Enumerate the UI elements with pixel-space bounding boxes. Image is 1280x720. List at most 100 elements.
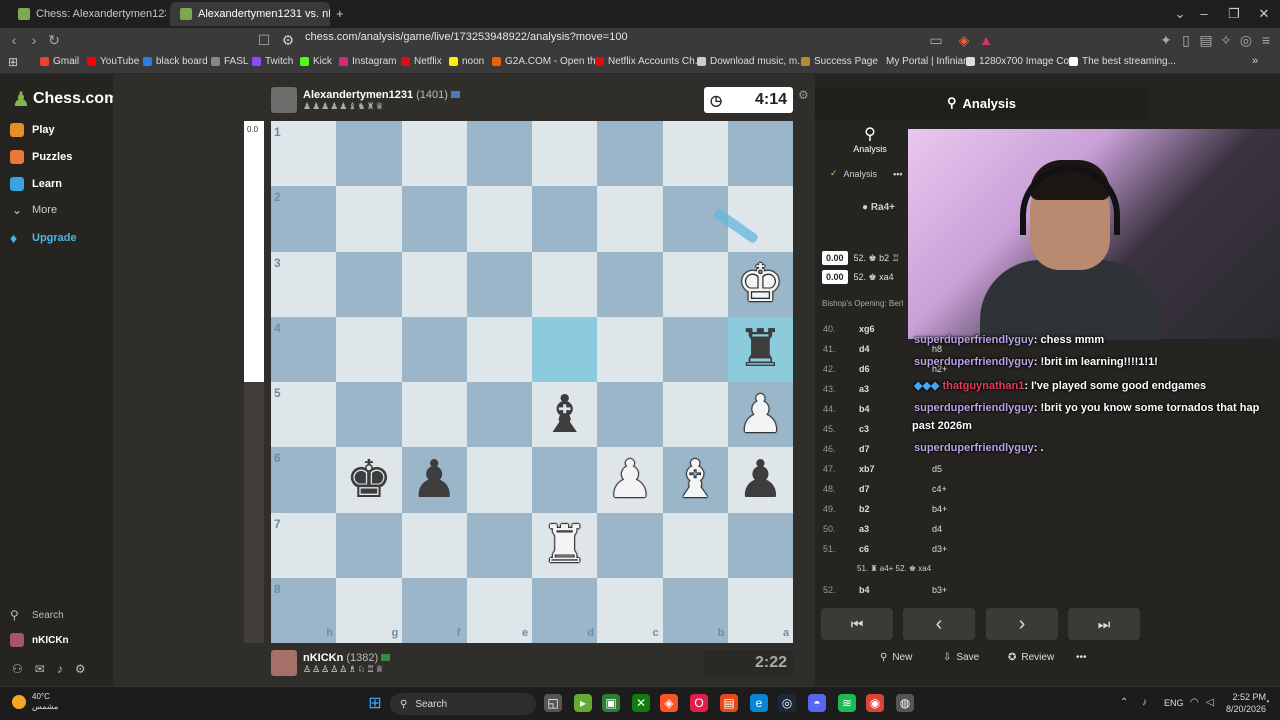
more-button[interactable]: •••: [1076, 652, 1087, 663]
black-move[interactable]: d5: [932, 464, 942, 474]
bookmark-g2a[interactable]: G2A.COM - Open th...: [492, 56, 604, 67]
bookmark-success-page[interactable]: Success Page: [801, 56, 878, 67]
bookmark-black-board[interactable]: black board: [143, 56, 208, 67]
square-g2[interactable]: [336, 186, 402, 252]
top-player-name[interactable]: Alexandertymen1231 (1401): [303, 89, 460, 101]
spotify-icon[interactable]: ≋: [838, 694, 856, 712]
square-b1[interactable]: [662, 121, 728, 187]
bookmark-gmail[interactable]: Gmail: [40, 56, 79, 67]
edge-icon[interactable]: e: [750, 694, 768, 712]
bookmark-download-music[interactable]: Download music, m...: [697, 56, 806, 67]
rewards-icon[interactable]: ▲: [976, 30, 996, 50]
sidebar-item-more[interactable]: ⌄ More: [10, 203, 57, 217]
square-f5[interactable]: [401, 382, 467, 448]
square-g7[interactable]: [336, 512, 402, 578]
move-row[interactable]: 47. xb7 d5: [815, 464, 1148, 484]
avatar[interactable]: [271, 87, 297, 113]
white-move[interactable]: d7: [859, 444, 870, 454]
square-c5[interactable]: [597, 382, 663, 448]
white-move[interactable]: b4: [859, 585, 870, 595]
square-g5[interactable]: [336, 382, 402, 448]
white-move[interactable]: b4: [859, 404, 870, 414]
black-piece-g6[interactable]: ♚: [336, 447, 401, 512]
reload-icon[interactable]: ↻: [44, 30, 64, 50]
chess-board[interactable]: 1 2 3 4 5 6 7 8 h g f e d c b a ♚ ♜ ♟ ♝ ♚ ♟ ♟ ♝ ♟ ♜: [271, 121, 793, 643]
square-c4[interactable]: [597, 316, 663, 382]
bookmark-kick[interactable]: Kick: [300, 56, 332, 67]
apps-grid-icon[interactable]: ⊞: [8, 55, 18, 69]
volume-icon[interactable]: ◁: [1206, 697, 1214, 708]
white-move[interactable]: xg6: [859, 324, 875, 334]
windows-start-icon[interactable]: ⊞: [366, 694, 384, 712]
sidebar-item-play[interactable]: Play: [10, 123, 55, 137]
square-f3[interactable]: [401, 251, 467, 317]
restore-icon[interactable]: ❐: [1220, 4, 1248, 24]
bottom-player-name[interactable]: nKICKn (1382): [303, 652, 391, 664]
square-b5[interactable]: [662, 382, 728, 448]
first-move-button[interactable]: ⏮: [821, 608, 893, 640]
engine-line-2[interactable]: 0.00 52. ♚ xa4: [822, 270, 894, 284]
avatar[interactable]: [271, 650, 297, 676]
last-move-button[interactable]: ⏭: [1068, 608, 1140, 640]
sidebar-item-puzzles[interactable]: Puzzles: [10, 150, 72, 164]
save-button[interactable]: ⇩ Save: [943, 652, 979, 663]
white-move[interactable]: a3: [859, 384, 869, 394]
square-g3[interactable]: [336, 251, 402, 317]
square-g4[interactable]: [336, 316, 402, 382]
square-e7[interactable]: [466, 512, 532, 578]
move-row[interactable]: 49. b2 b4+: [815, 504, 1148, 524]
black-piece-a6[interactable]: ♟: [728, 447, 793, 512]
site-info-icon[interactable]: ⚙: [278, 30, 298, 50]
square-e4[interactable]: [466, 316, 532, 382]
close-window-icon[interactable]: ✕: [1250, 4, 1278, 24]
black-move[interactable]: b3+: [932, 585, 947, 595]
white-move[interactable]: c3: [859, 424, 869, 434]
square-e6[interactable]: [466, 447, 532, 513]
settings-gear-icon[interactable]: ⚙: [75, 662, 86, 676]
extensions-icon[interactable]: ✦: [1156, 30, 1176, 50]
black-piece-d5[interactable]: ♝: [532, 382, 597, 447]
wallet-icon[interactable]: ▤: [1196, 30, 1216, 50]
chrome-icon[interactable]: ◉: [866, 694, 884, 712]
bookmark-noon[interactable]: noon: [449, 56, 484, 67]
menu-icon[interactable]: ≡: [1256, 30, 1276, 50]
brave-shield-icon[interactable]: ◈: [954, 30, 974, 50]
opera-icon[interactable]: O: [690, 694, 708, 712]
bookmark-icon[interactable]: ☐: [254, 30, 274, 50]
notification-bell-icon[interactable]: ◔: [1264, 697, 1270, 708]
bookmark-netflix-accounts[interactable]: Netflix Accounts Ch...: [595, 56, 703, 67]
terminal-icon[interactable]: ▸: [574, 694, 592, 712]
more-bookmarks-icon[interactable]: »: [1252, 55, 1258, 67]
browser-tab-1[interactable]: Chess: Alexandertymen1231 vs nKICK: [8, 2, 166, 26]
square-b4[interactable]: [662, 316, 728, 382]
black-piece-f6[interactable]: ♟: [402, 447, 467, 512]
square-d6[interactable]: [532, 447, 598, 513]
sidebar-toggle-icon[interactable]: ▯: [1176, 30, 1196, 50]
new-tab-button[interactable]: +: [336, 6, 344, 21]
files-icon[interactable]: ▣: [602, 694, 620, 712]
more-options-icon[interactable]: •••: [893, 169, 902, 179]
black-move[interactable]: c4+: [932, 484, 947, 494]
square-g1[interactable]: [336, 121, 402, 187]
white-move[interactable]: b2: [859, 504, 870, 514]
move-row[interactable]: 50. a3 d4: [815, 524, 1148, 544]
square-d1[interactable]: [532, 121, 598, 187]
square-d2[interactable]: [532, 186, 598, 252]
bookmark-best-streaming[interactable]: The best streaming...: [1069, 56, 1176, 67]
square-c7[interactable]: [597, 512, 663, 578]
square-f1[interactable]: [401, 121, 467, 187]
bookmark-youtube[interactable]: YouTube: [87, 56, 139, 67]
messages-icon[interactable]: ✉: [35, 662, 45, 676]
black-move[interactable]: b4+: [932, 504, 947, 514]
browser-tab-2[interactable]: Alexandertymen1231 vs. nKICK ✕: [170, 2, 330, 26]
tray-overflow-icon[interactable]: ⌃: [1120, 697, 1128, 708]
square-f2[interactable]: [401, 186, 467, 252]
white-piece-a3[interactable]: ♚: [728, 252, 793, 317]
forward-icon[interactable]: ›: [24, 30, 44, 50]
square-a2[interactable]: [727, 186, 793, 252]
square-e3[interactable]: [466, 251, 532, 317]
weather-widget[interactable]: 40°C مشمس: [12, 692, 58, 712]
white-move[interactable]: c6: [859, 544, 869, 554]
square-c3[interactable]: [597, 251, 663, 317]
vpn-icon[interactable]: ◎: [1236, 30, 1256, 50]
